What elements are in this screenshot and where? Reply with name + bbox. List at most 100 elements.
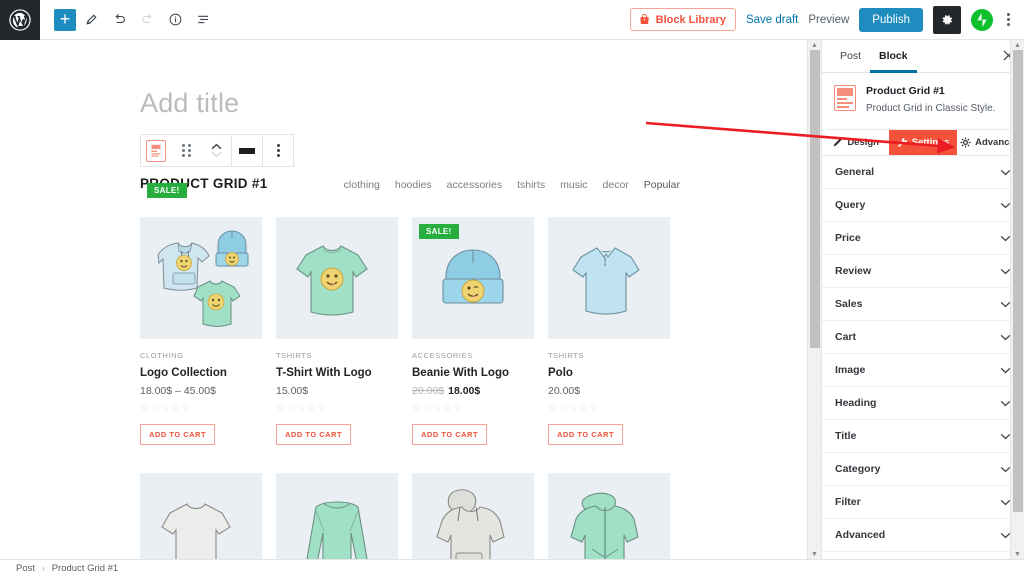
wordpress-logo-button[interactable] <box>0 0 40 40</box>
product-card[interactable]: CLOTHING Logo Collection 18.00$ – 45.00$… <box>140 217 262 445</box>
redo-button[interactable] <box>134 7 160 33</box>
panel-advanced[interactable]: Advanced <box>822 519 1024 552</box>
breadcrumb-current[interactable]: Product Grid #1 <box>52 563 119 574</box>
icon-line <box>837 106 850 108</box>
panel-review[interactable]: Review <box>822 255 1024 288</box>
design-icon <box>833 137 843 147</box>
add-to-cart-button[interactable]: ADD TO CART <box>548 424 624 445</box>
icon-line <box>837 102 853 104</box>
product-name[interactable]: Beanie With Logo <box>412 367 534 379</box>
product-image[interactable] <box>140 217 262 339</box>
preview-button[interactable]: Preview <box>808 14 849 26</box>
sidebar-scrollbar[interactable]: ▲ ▼ <box>1010 40 1024 560</box>
panel-general[interactable]: General <box>822 156 1024 189</box>
product-card[interactable] <box>276 473 398 560</box>
scroll-down-arrow[interactable]: ▼ <box>1014 551 1021 558</box>
product-name[interactable]: Polo <box>548 367 670 379</box>
editor-canvas[interactable]: Add title PRODUCT GRID #1 clothing hoodi… <box>0 40 820 560</box>
product-image[interactable] <box>548 473 670 560</box>
product-card[interactable]: SALE! <box>147 183 534 560</box>
settings-gear-button[interactable] <box>933 5 961 34</box>
panel-price[interactable]: Price <box>822 222 1024 255</box>
design-mode-button[interactable]: Design <box>822 130 889 155</box>
wordpress-block-editor: + Block Library Save draft Preview Publi… <box>0 0 1024 576</box>
grey-tshirt-artwork <box>140 473 262 560</box>
product-card[interactable] <box>548 473 670 560</box>
green-longsleeve-artwork <box>276 473 398 560</box>
product-grid-header: PRODUCT GRID #1 clothing hoodies accesso… <box>140 176 680 191</box>
category-filter-music[interactable]: music <box>560 179 587 191</box>
block-library-button[interactable]: Block Library <box>629 8 736 31</box>
info-button[interactable] <box>162 7 188 33</box>
category-filter-decor[interactable]: decor <box>603 179 629 191</box>
panel-sales[interactable]: Sales <box>822 288 1024 321</box>
product-name[interactable]: Logo Collection <box>140 367 262 379</box>
product-image[interactable] <box>276 217 398 339</box>
add-to-cart-button[interactable]: ADD TO CART <box>412 424 488 445</box>
design-mode-label: Design <box>847 137 879 148</box>
category-filter-tshirts[interactable]: tshirts <box>517 179 545 191</box>
product-image[interactable] <box>276 473 398 560</box>
gear-icon <box>942 14 953 25</box>
add-to-cart-button[interactable]: ADD TO CART <box>140 424 216 445</box>
tab-post[interactable]: Post <box>831 40 870 73</box>
panel-label: Category <box>835 463 881 475</box>
jetpack-icon <box>972 10 992 29</box>
panel-heading[interactable]: Heading <box>822 387 1024 420</box>
editor-scrollbar[interactable]: ▲ ▼ <box>807 40 821 560</box>
sidebar-scrollbar-thumb[interactable] <box>1013 50 1023 512</box>
scroll-up-arrow[interactable]: ▲ <box>811 42 818 49</box>
product-name[interactable]: T-Shirt With Logo <box>276 367 398 379</box>
panel-query[interactable]: Query <box>822 189 1024 222</box>
product-image[interactable] <box>140 473 262 560</box>
settings-wrench-icon <box>897 137 907 148</box>
publish-button[interactable]: Publish <box>859 7 923 32</box>
product-grid-block[interactable]: PRODUCT GRID #1 clothing hoodies accesso… <box>140 176 680 560</box>
save-draft-button[interactable]: Save draft <box>746 14 798 26</box>
product-image[interactable] <box>412 473 534 560</box>
block-drag-handle[interactable] <box>171 135 201 166</box>
product-rating: ☆☆☆☆☆ <box>548 403 601 414</box>
list-view-button[interactable] <box>190 7 216 33</box>
panel-cart[interactable]: Cart <box>822 321 1024 354</box>
more-options-button[interactable] <box>1003 13 1014 26</box>
settings-mode-button[interactable]: Settings <box>889 130 957 155</box>
jetpack-button[interactable] <box>971 8 993 31</box>
block-align-button[interactable] <box>232 135 262 166</box>
category-filter-popular[interactable]: Popular <box>644 179 680 191</box>
panel-image[interactable]: Image <box>822 354 1024 387</box>
blue-polo-artwork <box>548 217 670 339</box>
breadcrumb-root[interactable]: Post <box>16 563 35 574</box>
editor-scrollbar-thumb[interactable] <box>810 50 820 348</box>
category-filter-hoodies[interactable]: hoodies <box>395 179 432 191</box>
product-image[interactable] <box>548 217 670 339</box>
panel-title[interactable]: Title <box>822 420 1024 453</box>
tab-block[interactable]: Block <box>870 40 917 73</box>
scroll-up-arrow[interactable]: ▲ <box>1014 42 1021 49</box>
panel-filter[interactable]: Filter <box>822 486 1024 519</box>
undo-button[interactable] <box>106 7 132 33</box>
panel-category[interactable]: Category <box>822 453 1024 486</box>
product-card[interactable] <box>140 473 262 560</box>
product-price: 15.00$ <box>276 385 309 397</box>
edit-pencil-button[interactable] <box>78 7 104 33</box>
move-chevrons-icon <box>211 143 222 158</box>
product-card[interactable]: TSHIRTS Polo 20.00$ ☆☆☆☆☆ ADD TO CART <box>548 217 670 445</box>
product-image[interactable]: SALE! <box>412 217 534 339</box>
block-type-button[interactable] <box>141 135 171 166</box>
scroll-down-arrow[interactable]: ▼ <box>811 551 818 558</box>
product-grid-icon <box>146 139 166 162</box>
category-filter-clothing[interactable]: clothing <box>344 179 380 191</box>
pencil-icon <box>86 14 97 25</box>
category-filter-accessories[interactable]: accessories <box>447 179 502 191</box>
block-move-buttons[interactable] <box>201 135 231 166</box>
product-category: CLOTHING <box>140 351 184 360</box>
post-title-input[interactable]: Add title <box>140 88 239 119</box>
product-card[interactable]: TSHIRTS T-Shirt With Logo 15.00$ ☆☆☆☆☆ A… <box>276 217 398 445</box>
block-more-options-button[interactable] <box>263 135 293 166</box>
product-card[interactable]: SALE! ACCESSORIES Beanie With Logo 20.00… <box>412 217 534 445</box>
panel-label: Advanced <box>835 529 886 541</box>
add-to-cart-button[interactable]: ADD TO CART <box>276 424 352 445</box>
add-block-button[interactable]: + <box>54 8 76 31</box>
drag-dots-icon <box>181 144 191 157</box>
